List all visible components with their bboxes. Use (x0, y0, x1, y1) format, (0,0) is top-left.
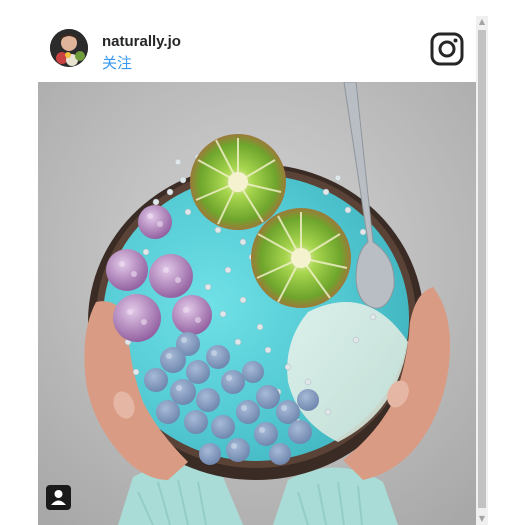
chevron-down-icon[interactable]: ▼ (476, 513, 488, 525)
follow-button[interactable]: 关注 (102, 52, 132, 73)
post-header: naturally.jo 关注 (38, 16, 476, 82)
instagram-embed: naturally.jo 关注 (38, 16, 476, 525)
post-photo[interactable] (38, 82, 476, 525)
user-tag-icon (51, 490, 66, 505)
scroll-thumb[interactable] (478, 30, 486, 508)
username[interactable]: naturally.jo (102, 33, 181, 50)
user-tag-button[interactable] (46, 485, 71, 510)
avatar[interactable] (50, 29, 88, 67)
vertical-scrollbar[interactable]: ▲ ▼ (476, 16, 488, 525)
chevron-up-icon[interactable]: ▲ (476, 16, 488, 28)
instagram-icon[interactable] (430, 32, 464, 66)
